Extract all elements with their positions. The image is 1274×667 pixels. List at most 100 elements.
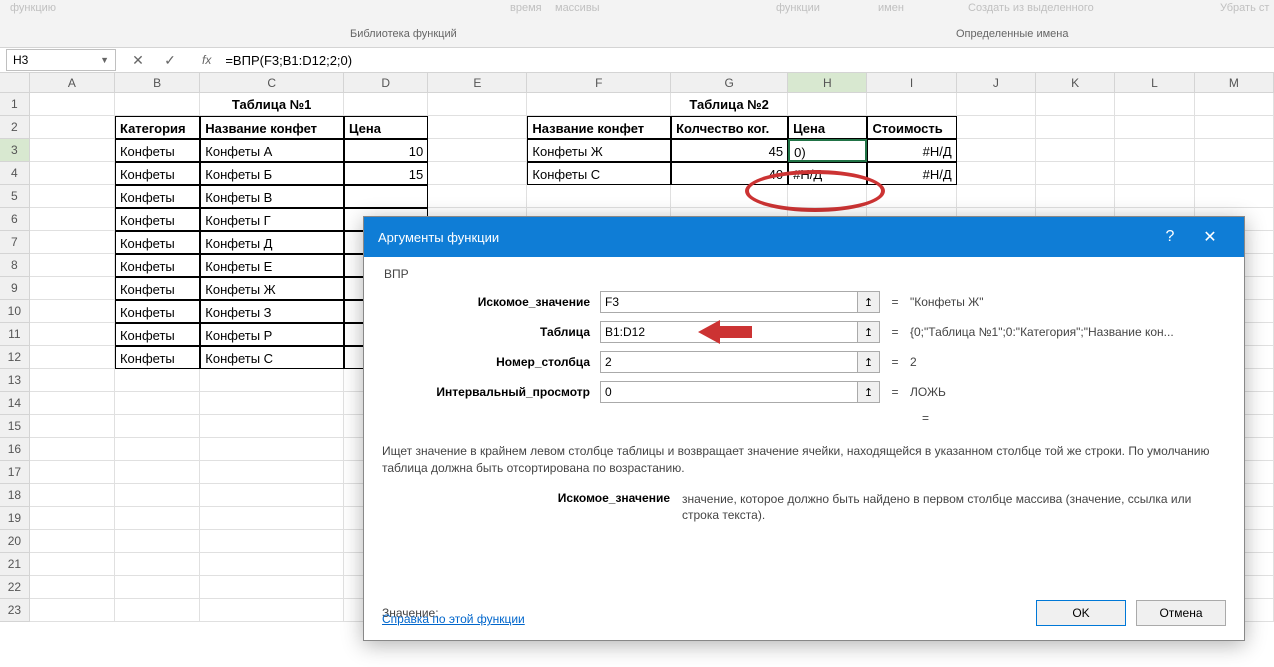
cell[interactable]: Конфеты Е [200, 254, 344, 277]
cell[interactable] [200, 530, 344, 553]
row-head-3[interactable]: 3 [0, 139, 30, 162]
row-head-20[interactable]: 20 [0, 530, 30, 553]
col-head-G[interactable]: G [671, 73, 788, 92]
cell[interactable]: Конфеты [115, 139, 200, 162]
cell[interactable]: Конфеты [115, 277, 200, 300]
cell[interactable] [30, 438, 115, 461]
row-head-9[interactable]: 9 [0, 277, 30, 300]
ok-button[interactable]: OK [1036, 600, 1126, 626]
ribbon-item-functions[interactable]: функции [776, 2, 820, 14]
cell[interactable] [30, 484, 115, 507]
row-head-10[interactable]: 10 [0, 300, 30, 323]
cell[interactable] [115, 484, 200, 507]
cell[interactable]: Конфеты [115, 231, 200, 254]
cell[interactable] [1115, 185, 1194, 208]
cell[interactable]: Конфеты [115, 185, 200, 208]
col-head-C[interactable]: C [200, 73, 344, 92]
cell[interactable]: Конфеты Б [200, 162, 344, 185]
arg-input-table[interactable] [601, 322, 857, 342]
cell[interactable]: 15 [344, 162, 428, 185]
cell[interactable]: Колчество ког. [671, 116, 788, 139]
cell[interactable] [30, 553, 115, 576]
cell[interactable]: Цена [788, 116, 867, 139]
formula-input[interactable] [219, 51, 1274, 70]
cell[interactable] [1036, 93, 1115, 116]
row-head-19[interactable]: 19 [0, 507, 30, 530]
cell[interactable]: #Н/Д [867, 139, 956, 162]
name-box[interactable]: H3 ▼ [6, 49, 116, 71]
ribbon-item-create[interactable]: Создать из выделенного [968, 2, 1094, 14]
cell[interactable] [30, 415, 115, 438]
dialog-close-icon[interactable]: ✕ [1190, 217, 1230, 257]
arg-input-lookup[interactable] [601, 292, 857, 312]
cell[interactable] [30, 231, 115, 254]
cell[interactable] [428, 93, 527, 116]
accept-formula-icon[interactable]: ✓ [162, 52, 178, 68]
col-head-F[interactable]: F [527, 73, 671, 92]
cell[interactable] [957, 116, 1036, 139]
cell[interactable] [30, 277, 115, 300]
col-head-J[interactable]: J [957, 73, 1036, 92]
cell[interactable] [115, 369, 200, 392]
cell[interactable] [30, 162, 115, 185]
cell[interactable] [115, 461, 200, 484]
cell[interactable]: #Н/Д [867, 162, 956, 185]
range-picker-icon[interactable]: ↥ [857, 352, 879, 372]
cell[interactable] [30, 185, 115, 208]
cell[interactable]: Конфеты [115, 323, 200, 346]
cell[interactable] [30, 369, 115, 392]
arg-input-range[interactable] [601, 382, 857, 402]
arg-input-col[interactable] [601, 352, 857, 372]
row-head-16[interactable]: 16 [0, 438, 30, 461]
cell[interactable] [200, 392, 344, 415]
cell[interactable] [1036, 162, 1115, 185]
cell[interactable] [115, 415, 200, 438]
cell[interactable]: Конфеты Д [200, 231, 344, 254]
col-head-H[interactable]: H [788, 73, 867, 92]
cell[interactable] [115, 93, 200, 116]
row-head-7[interactable]: 7 [0, 231, 30, 254]
cell[interactable] [1195, 93, 1274, 116]
cell[interactable] [30, 392, 115, 415]
cell[interactable] [30, 346, 115, 369]
cell[interactable]: Конфеты Ж [527, 139, 671, 162]
row-head-4[interactable]: 4 [0, 162, 30, 185]
ribbon-item-remove[interactable]: Убрать ст [1220, 2, 1269, 14]
col-head-I[interactable]: I [867, 73, 956, 92]
cell[interactable] [200, 438, 344, 461]
row-head-23[interactable]: 23 [0, 599, 30, 622]
cell[interactable]: Таблица №2 [671, 93, 788, 116]
cell[interactable] [428, 162, 527, 185]
row-head-22[interactable]: 22 [0, 576, 30, 599]
cell[interactable] [200, 599, 344, 622]
cell[interactable]: Конфеты В [200, 185, 344, 208]
cell[interactable]: Цена [344, 116, 428, 139]
row-head-5[interactable]: 5 [0, 185, 30, 208]
cell[interactable] [788, 93, 867, 116]
row-head-21[interactable]: 21 [0, 553, 30, 576]
ribbon-item-arrays[interactable]: массивы [555, 2, 600, 14]
cell[interactable]: 10 [344, 139, 428, 162]
cell[interactable] [1115, 139, 1194, 162]
cell[interactable]: 0) [788, 139, 867, 162]
row-head-11[interactable]: 11 [0, 323, 30, 346]
cell[interactable] [200, 484, 344, 507]
col-head-L[interactable]: L [1115, 73, 1194, 92]
row-head-18[interactable]: 18 [0, 484, 30, 507]
cell[interactable]: Конфеты [115, 254, 200, 277]
col-head-M[interactable]: M [1195, 73, 1274, 92]
ribbon-item-time[interactable]: время [510, 2, 542, 14]
cell[interactable] [30, 254, 115, 277]
cell[interactable]: Таблица №1 [200, 93, 344, 116]
cell[interactable] [115, 576, 200, 599]
cell[interactable] [788, 185, 867, 208]
select-all-corner[interactable] [0, 73, 30, 92]
cell[interactable] [957, 139, 1036, 162]
cell[interactable]: #Н/Д [788, 162, 867, 185]
cell[interactable] [1195, 185, 1274, 208]
cell[interactable]: Конфеты С [527, 162, 671, 185]
dialog-titlebar[interactable]: Аргументы функции ? ✕ [364, 217, 1244, 257]
row-head-2[interactable]: 2 [0, 116, 30, 139]
cell[interactable] [115, 507, 200, 530]
cell[interactable] [957, 93, 1036, 116]
